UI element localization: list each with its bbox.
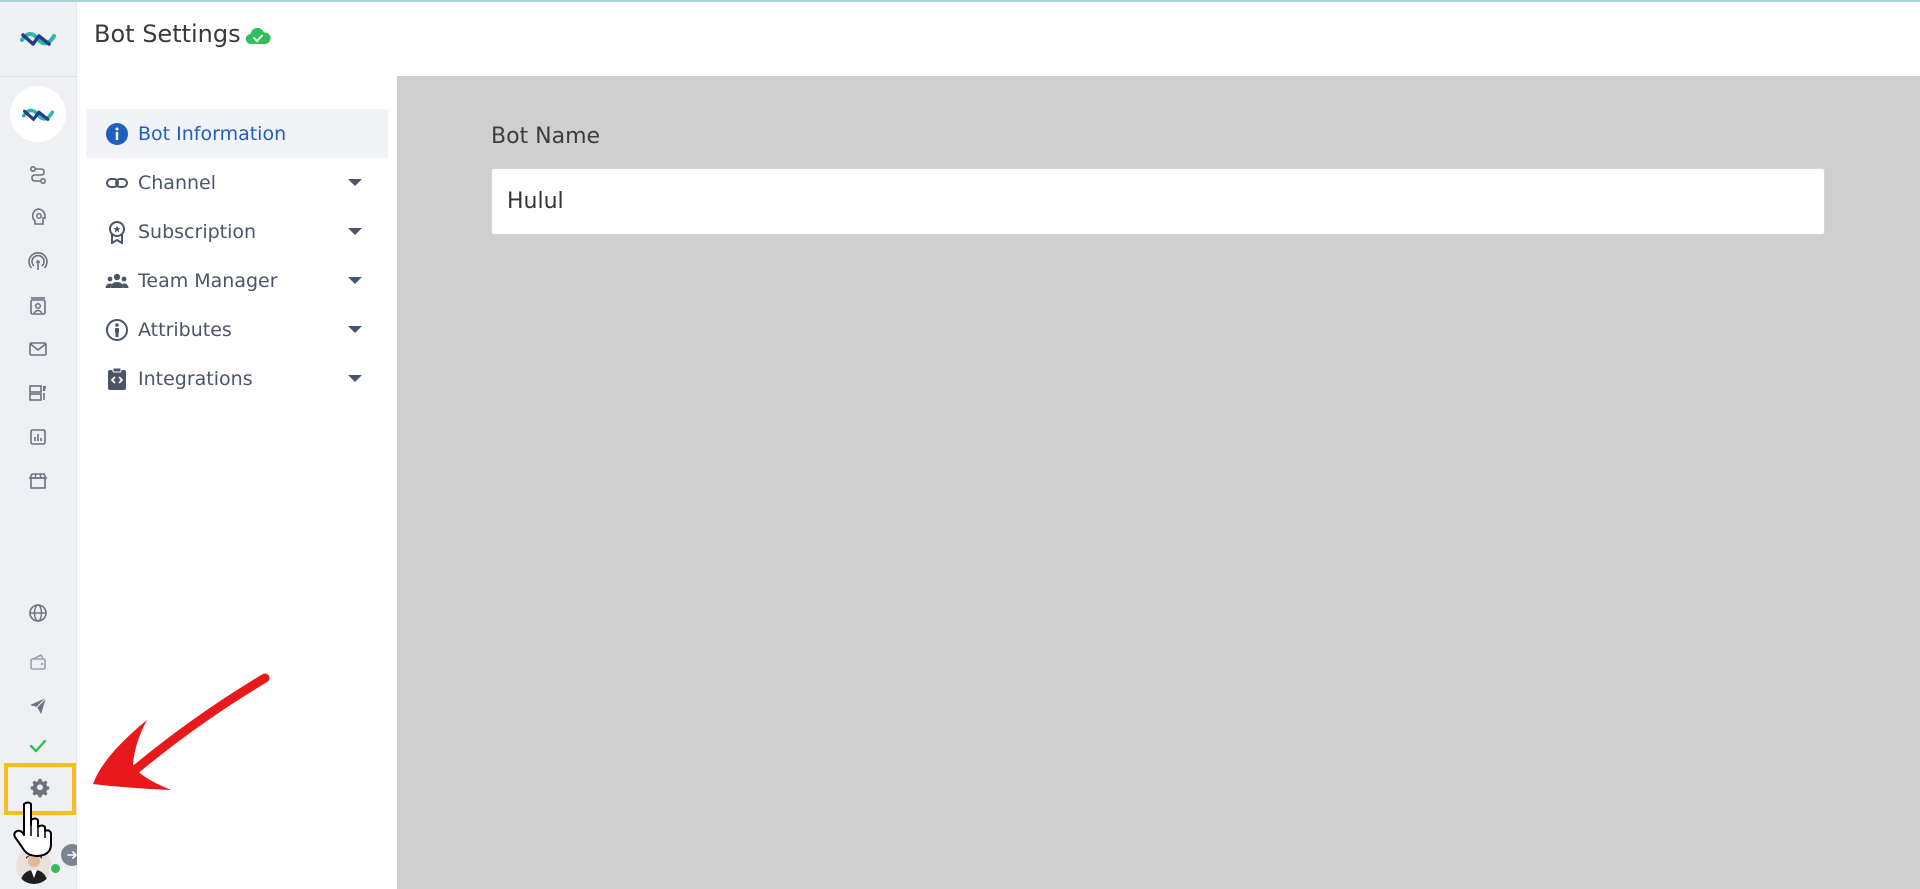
chevron-down-icon[interactable] (348, 326, 362, 333)
analytics-icon[interactable] (26, 425, 50, 449)
flow-icon[interactable] (26, 163, 50, 187)
store-icon[interactable] (26, 469, 50, 493)
info-icon (104, 121, 130, 147)
gear-icon[interactable] (29, 778, 51, 800)
chevron-down-icon[interactable] (348, 375, 362, 382)
code-clipboard-icon (104, 366, 130, 392)
person-circle-icon (104, 317, 130, 343)
check-icon[interactable] (26, 734, 50, 758)
templates-icon[interactable] (26, 381, 50, 405)
nav-label: Team Manager (138, 269, 278, 292)
bot-avatar[interactable] (10, 86, 66, 142)
chevron-down-icon[interactable] (348, 277, 362, 284)
wallet-icon[interactable] (26, 650, 50, 674)
team-icon (104, 268, 130, 294)
nav-item-bot-information[interactable]: Bot Information (86, 109, 388, 158)
nav-label: Subscription (138, 220, 257, 243)
contacts-icon[interactable] (26, 294, 50, 318)
nav-item-team-manager[interactable]: Team Manager (86, 256, 388, 305)
top-accent-line (0, 0, 1920, 2)
rail-divider (0, 76, 77, 77)
main-content: Bot Name (397, 76, 1920, 889)
hand-pointer-icon (13, 801, 52, 857)
ai-brain-icon[interactable] (26, 205, 50, 229)
bot-name-label: Bot Name (491, 124, 601, 149)
broadcast-icon[interactable] (26, 250, 50, 274)
online-status-dot (49, 862, 62, 875)
award-icon (104, 219, 130, 245)
bot-name-input[interactable] (491, 168, 1825, 235)
chevron-down-icon[interactable] (348, 179, 362, 186)
nav-label: Attributes (138, 318, 232, 341)
nav-item-integrations[interactable]: Integrations (86, 354, 388, 403)
app-logo-icon[interactable] (19, 26, 57, 50)
cloud-check-icon (245, 27, 271, 45)
nav-label: Channel (138, 171, 217, 194)
nav-item-subscription[interactable]: Subscription (86, 207, 388, 256)
chevron-down-icon[interactable] (348, 228, 362, 235)
mail-icon[interactable] (26, 337, 50, 361)
bot-logo-icon (21, 108, 55, 121)
page-header: Bot Settings (77, 0, 1920, 76)
link-icon (104, 170, 130, 196)
page-title: Bot Settings (94, 20, 241, 48)
send-icon[interactable] (26, 694, 50, 718)
app-rail (0, 0, 77, 889)
nav-label: Integrations (138, 367, 253, 390)
nav-item-channel[interactable]: Channel (86, 158, 388, 207)
globe-icon[interactable] (26, 601, 50, 625)
annotation-arrow-icon (93, 673, 270, 790)
nav-item-attributes[interactable]: Attributes (86, 305, 388, 354)
nav-label: Bot Information (138, 122, 287, 145)
